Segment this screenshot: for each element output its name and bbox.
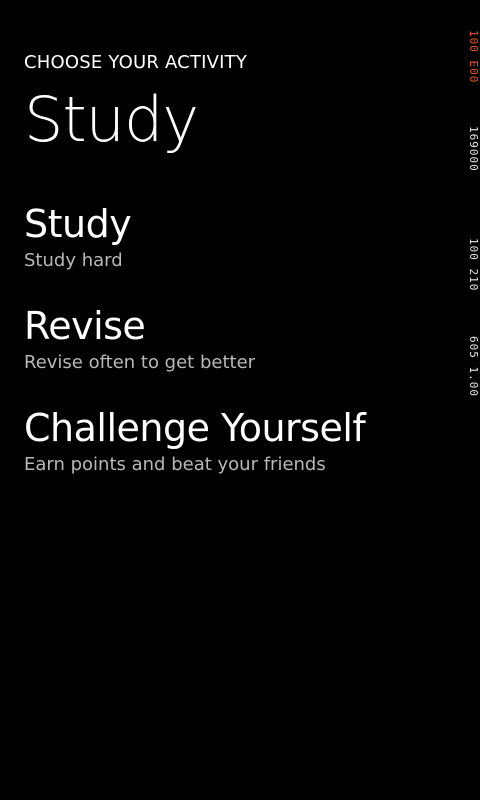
activity-title: Study bbox=[24, 202, 132, 246]
frame-rate-counters: 100 E00 169000 100 210 605 1.00 bbox=[466, 30, 480, 400]
activity-list: Study Study hard Revise Revise often to … bbox=[24, 200, 444, 506]
activity-subtitle: Earn points and beat your friends bbox=[24, 454, 326, 475]
app-screen: CHOOSE YOUR ACTIVITY Study Study Study h… bbox=[0, 0, 480, 800]
page-header: CHOOSE YOUR ACTIVITY Study bbox=[24, 52, 247, 157]
activity-item-revise[interactable]: Revise Revise often to get better bbox=[24, 302, 444, 404]
activity-subtitle: Study hard bbox=[24, 250, 123, 271]
frame-counter-line: 100 210 bbox=[467, 238, 480, 292]
frame-counter-line: 169000 bbox=[467, 126, 480, 172]
activity-title: Revise bbox=[24, 304, 146, 348]
activity-subtitle: Revise often to get better bbox=[24, 352, 256, 373]
page-title: Study bbox=[24, 83, 199, 156]
frame-counter-line: 605 1.00 bbox=[467, 336, 480, 397]
frame-counter-line: 100 E00 bbox=[467, 30, 480, 84]
activity-item-challenge-yourself[interactable]: Challenge Yourself Earn points and beat … bbox=[24, 404, 444, 506]
activity-item-study[interactable]: Study Study hard bbox=[24, 200, 444, 302]
app-title: CHOOSE YOUR ACTIVITY bbox=[24, 52, 248, 73]
activity-title: Challenge Yourself bbox=[24, 406, 366, 450]
